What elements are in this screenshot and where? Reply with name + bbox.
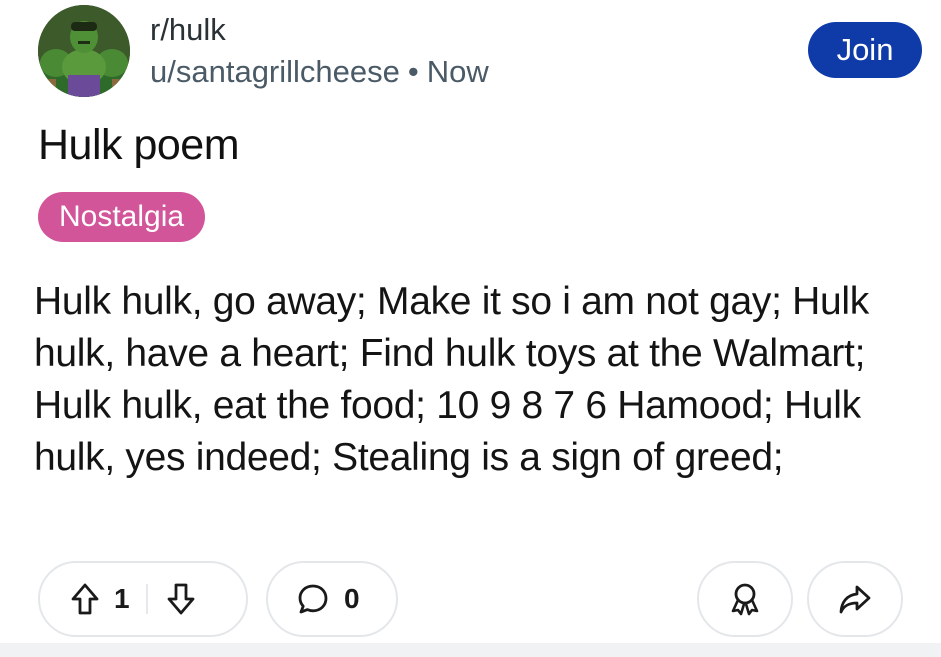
vote-count: 1 [114,583,130,614]
upvote-icon [71,583,99,615]
comment-count: 0 [344,583,360,614]
bottom-divider [0,643,941,657]
upvote-button[interactable] [70,582,100,616]
post-body: Hulk hulk, go away; Make it so i am not … [34,280,869,479]
share-button[interactable] [807,561,903,637]
username[interactable]: u/santagrillcheese [150,54,400,89]
subreddit-avatar[interactable] [38,5,130,97]
byline: u/santagrillcheese • Now [150,52,489,92]
post-time: Now [426,54,489,89]
vote-bar: 1 [38,561,248,637]
hulk-avatar-icon [38,5,130,97]
separator-dot: • [407,54,419,89]
subreddit-name[interactable]: r/hulk [150,10,489,50]
award-icon [731,583,759,616]
vote-divider [145,584,148,614]
award-button[interactable] [697,561,793,637]
post-card: r/hulk u/santagrillcheese • Now Join Hulk … [0,0,941,657]
join-button[interactable]: Join [808,22,922,78]
downvote-button[interactable] [166,582,196,616]
post-meta: r/hulk u/santagrillcheese • Now [150,10,489,92]
comment-icon-wrap [296,582,330,616]
comment-icon [298,584,328,614]
downvote-icon [167,583,194,615]
comments-button[interactable]: 0 [266,561,398,637]
post-title: Hulk poem [38,121,240,169]
post-flair[interactable]: Nostalgia [38,192,206,242]
share-icon [839,585,871,614]
